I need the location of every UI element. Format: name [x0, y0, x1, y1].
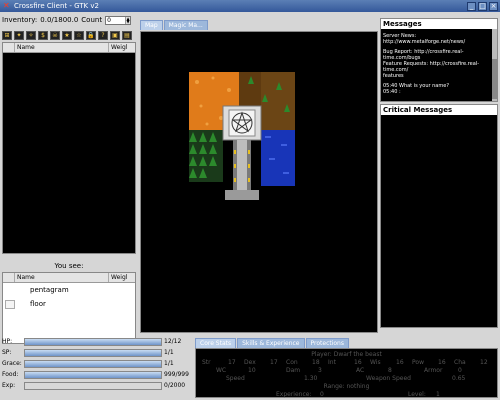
- count-value: 0: [107, 16, 111, 24]
- sp-value: 1/1: [164, 349, 174, 356]
- map-view[interactable]: [140, 31, 378, 333]
- close-button[interactable]: ×: [489, 1, 498, 11]
- attribute-row: Str 17 Dex 17 Con 18 Int 16 Wis 16 Pow 1…: [202, 359, 488, 366]
- count-input[interactable]: 0 ▲ ▼: [105, 15, 132, 25]
- speed-row: Speed 1.30 Weapon Speed 0.65: [226, 375, 466, 382]
- exp-value: 0/2000: [164, 382, 186, 389]
- grace-bar: [24, 359, 162, 368]
- unapplied-icon[interactable]: ✧: [26, 31, 36, 40]
- window-title: Crossfire Client - GTK v2: [14, 2, 99, 10]
- list-item[interactable]: floor: [3, 297, 135, 311]
- inventory-filter-icons: ⊞ ✦ ✧ $ ☠ ★ ☆ 🔒 ? ▣ ▤: [2, 31, 136, 41]
- inventory-list-header: Name Weigl: [3, 43, 135, 53]
- inventory-name-column[interactable]: Name: [15, 43, 109, 52]
- applied-icon[interactable]: ✦: [14, 31, 24, 40]
- stat-bars: HP: 12/12 SP: 1/1 Grace: 1/1 Food: 999/9…: [2, 336, 192, 398]
- cursed-icon[interactable]: ☠: [50, 31, 60, 40]
- stats-tabs: Core Stats Skills & Experience Protectio…: [195, 338, 349, 348]
- hp-label: HP:: [2, 338, 13, 345]
- maximize-button[interactable]: □: [478, 1, 487, 11]
- magical-icon[interactable]: ★: [62, 31, 72, 40]
- food-row: Food: 999/999: [2, 369, 192, 380]
- minimize-button[interactable]: _: [467, 1, 476, 11]
- hp-row: HP: 12/12: [2, 336, 192, 347]
- you-see-list[interactable]: Name Weigl pentagram floor: [2, 272, 136, 344]
- messages-scrollbar[interactable]: [492, 29, 497, 101]
- title-bar: ✕ Crossfire Client - GTK v2 _ □ ×: [0, 0, 500, 12]
- message-line: Bug Report: http://crossfire.real-time.c…: [383, 49, 464, 61]
- message-line: Feature Requests: http://crossfire.real-…: [383, 61, 479, 73]
- inventory-weight: 0.0/1800.0: [40, 16, 79, 24]
- critical-messages-header: Critical Messages: [381, 105, 497, 115]
- exp-bar: [24, 381, 162, 390]
- count-spinner[interactable]: ▲ ▼: [125, 16, 131, 24]
- count-label: Count: [81, 16, 103, 24]
- player-name: Player: Dwarf the beast: [311, 351, 382, 358]
- unidentified-icon[interactable]: ?: [98, 31, 108, 40]
- inventory-bar: Inventory: 0.0/1800.0 Count 0 ▲ ▼: [2, 15, 136, 25]
- water-terrain: [261, 130, 295, 186]
- messages-pane[interactable]: Messages Server News: http://www.metalfo…: [380, 18, 498, 102]
- exp-row: Exp: 0/2000: [2, 380, 192, 391]
- floor-icon: [4, 299, 16, 309]
- list-item[interactable]: pentagram: [3, 283, 135, 297]
- you-see-label: You see:: [2, 261, 136, 271]
- map-tabs: Map Magic Ma...: [140, 20, 208, 30]
- item-name: floor: [30, 300, 46, 308]
- core-stats-panel: Player: Dwarf the beast Str 17 Dex 17 Co…: [195, 348, 498, 398]
- food-bar: [24, 370, 162, 379]
- hp-bar: [24, 337, 162, 346]
- food-value: 999/999: [164, 371, 189, 378]
- hp-value: 12/12: [164, 338, 182, 345]
- experience-row: Experience: 0 Level: 1: [276, 391, 440, 398]
- sp-row: SP: 1/1: [2, 347, 192, 358]
- container-icon[interactable]: ▣: [110, 31, 120, 40]
- exp-label: Exp:: [2, 382, 16, 389]
- tab-map[interactable]: Map: [140, 20, 163, 30]
- you-see-name-column[interactable]: Name: [15, 273, 109, 282]
- left-panel: Inventory: 0.0/1800.0 Count 0 ▲ ▼ ⊞ ✦ ✧ $…: [0, 12, 138, 344]
- map-canvas[interactable]: [141, 32, 377, 332]
- unpaid-icon[interactable]: $: [38, 31, 48, 40]
- tab-skills-experience[interactable]: Skills & Experience: [237, 338, 305, 348]
- grace-value: 1/1: [164, 360, 174, 367]
- extra-icon[interactable]: ▤: [122, 31, 132, 40]
- inventory-label: Inventory:: [2, 16, 38, 24]
- inventory-list[interactable]: Name Weigl: [2, 42, 136, 254]
- message-line: 05:40 :: [383, 89, 401, 95]
- nonmagical-icon[interactable]: ☆: [74, 31, 84, 40]
- app-icon: ✕: [3, 1, 10, 10]
- you-see-weight-column[interactable]: Weigl: [109, 273, 135, 282]
- tab-protections[interactable]: Protections: [305, 338, 349, 348]
- inventory-weight-column[interactable]: Weigl: [109, 43, 135, 52]
- all-items-icon[interactable]: ⊞: [2, 31, 12, 40]
- critical-messages-pane[interactable]: Critical Messages: [380, 104, 498, 328]
- grace-row: Grace: 1/1: [2, 358, 192, 369]
- food-label: Food:: [2, 371, 19, 378]
- tab-magic-map[interactable]: Magic Ma...: [163, 20, 208, 30]
- locked-icon[interactable]: 🔒: [86, 31, 96, 40]
- range-text: Range: nothing: [323, 383, 370, 390]
- item-name: pentagram: [30, 286, 69, 294]
- you-see-list-header: Name Weigl: [3, 273, 135, 283]
- tab-core-stats[interactable]: Core Stats: [195, 338, 237, 348]
- sp-label: SP:: [2, 349, 12, 356]
- messages-header: Messages: [381, 19, 497, 29]
- grace-label: Grace:: [2, 360, 22, 367]
- message-line: Server News: http://www.metalforge.net/n…: [383, 33, 466, 45]
- sp-bar: [24, 348, 162, 357]
- combat-row: WC 10 Dam 3 AC 8 Armor 0: [216, 367, 462, 374]
- pentagram-icon: [4, 285, 16, 295]
